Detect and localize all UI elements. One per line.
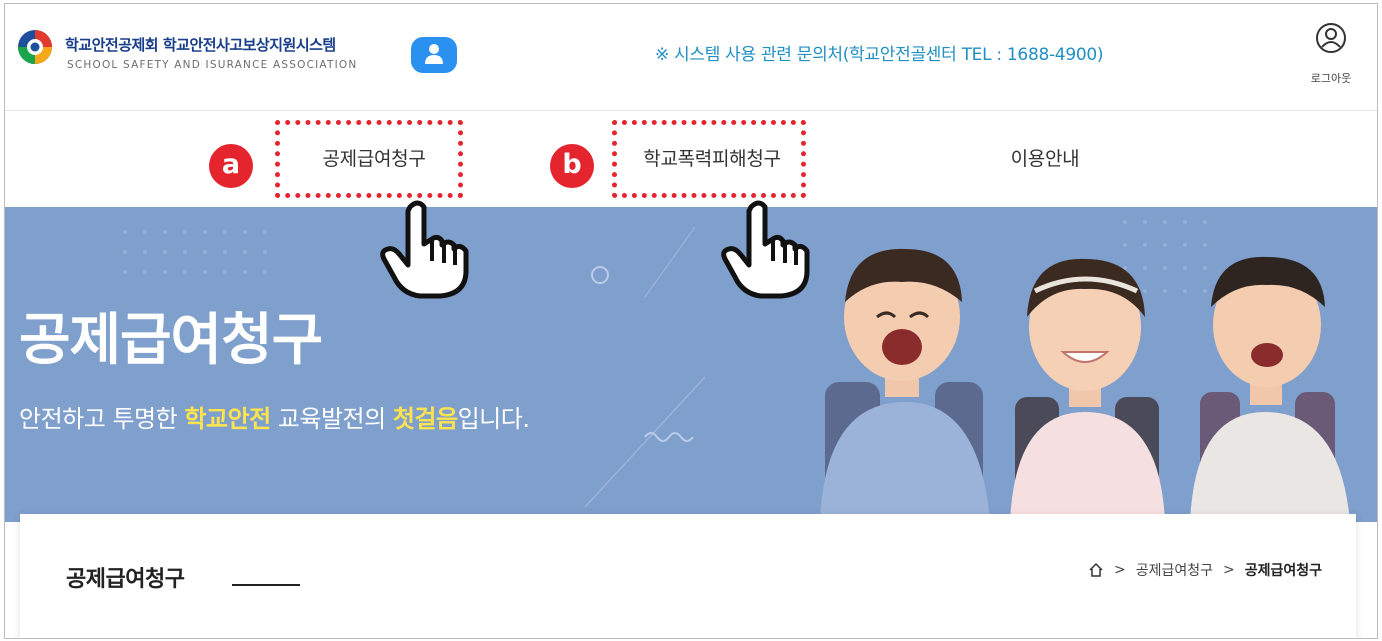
- nav-item-violence-claim[interactable]: 학교폭력피해청구: [617, 112, 807, 207]
- pointer-hand-icon: [721, 200, 810, 299]
- nav-item-guide[interactable]: 이용안내: [985, 112, 1105, 207]
- breadcrumb-item[interactable]: 공제급여청구: [1136, 560, 1213, 580]
- hero-highlight-school-safety: 학교안전: [184, 405, 271, 433]
- hero-banner: 공제급여청구 안전하고 투명한 학교안전 교육발전의 첫걸음입니다.: [5, 207, 1377, 522]
- logout-label: 로그아웃: [1310, 72, 1352, 85]
- app-frame: 학교안전공제회 학교안전사고보상지원시스템 SCHOOL SAFETY AND …: [4, 3, 1378, 639]
- logo-title[interactable]: 학교안전공제회 학교안전사고보상지원시스템: [65, 34, 336, 55]
- breadcrumb-separator: >: [1222, 562, 1235, 578]
- hero-subtitle: 안전하고 투명한 학교안전 교육발전의 첫걸음입니다.: [19, 399, 530, 434]
- breadcrumb-separator: >: [1113, 562, 1126, 578]
- hero-title: 공제급여청구: [19, 308, 323, 373]
- annotation-marker-b: b: [550, 144, 594, 188]
- hero-highlight-first-step: 첫걸음: [392, 405, 458, 433]
- title-underline: [232, 584, 300, 586]
- school-safety-logo[interactable]: [17, 29, 53, 65]
- child-boy-right: [1190, 256, 1350, 522]
- annotation-marker-a: a: [209, 144, 253, 188]
- breadcrumb: > 공제급여청구 > 공제급여청구: [1088, 560, 1322, 580]
- hero-subtitle-part: 교육발전의: [270, 405, 393, 433]
- hero-subtitle-part: 안전하고 투명한: [19, 405, 185, 433]
- child-girl-middle: [1010, 258, 1165, 522]
- logo-subtitle: SCHOOL SAFETY AND ISURANCE ASSOCIATION: [67, 59, 358, 71]
- pointer-hand-icon: [380, 200, 469, 299]
- nav-item-benefit-claim[interactable]: 공제급여청구: [283, 112, 465, 207]
- main-nav: a 공제급여청구 b 학교폭력피해청구 이용안내: [5, 112, 1377, 207]
- child-boy-left: [820, 248, 990, 522]
- breadcrumb-current: 공제급여청구: [1244, 563, 1322, 579]
- top-header: 학교안전공제회 학교안전사고보상지원시스템 SCHOOL SAFETY AND …: [5, 4, 1377, 111]
- page-title: 공제급여청구: [66, 567, 185, 592]
- user-icon[interactable]: [411, 37, 457, 73]
- home-icon[interactable]: [1088, 562, 1104, 578]
- logout-icon: [1316, 23, 1346, 53]
- logout-button[interactable]: 로그아웃: [1301, 22, 1361, 92]
- content-header-card: 공제급여청구 > 공제급여청구 > 공제급여청구: [20, 514, 1356, 638]
- hero-subtitle-part: 입니다.: [457, 405, 530, 433]
- support-notice: ※ 시스템 사용 관련 문의처(학교안전골센터 TEL : 1688-4900): [655, 45, 1104, 65]
